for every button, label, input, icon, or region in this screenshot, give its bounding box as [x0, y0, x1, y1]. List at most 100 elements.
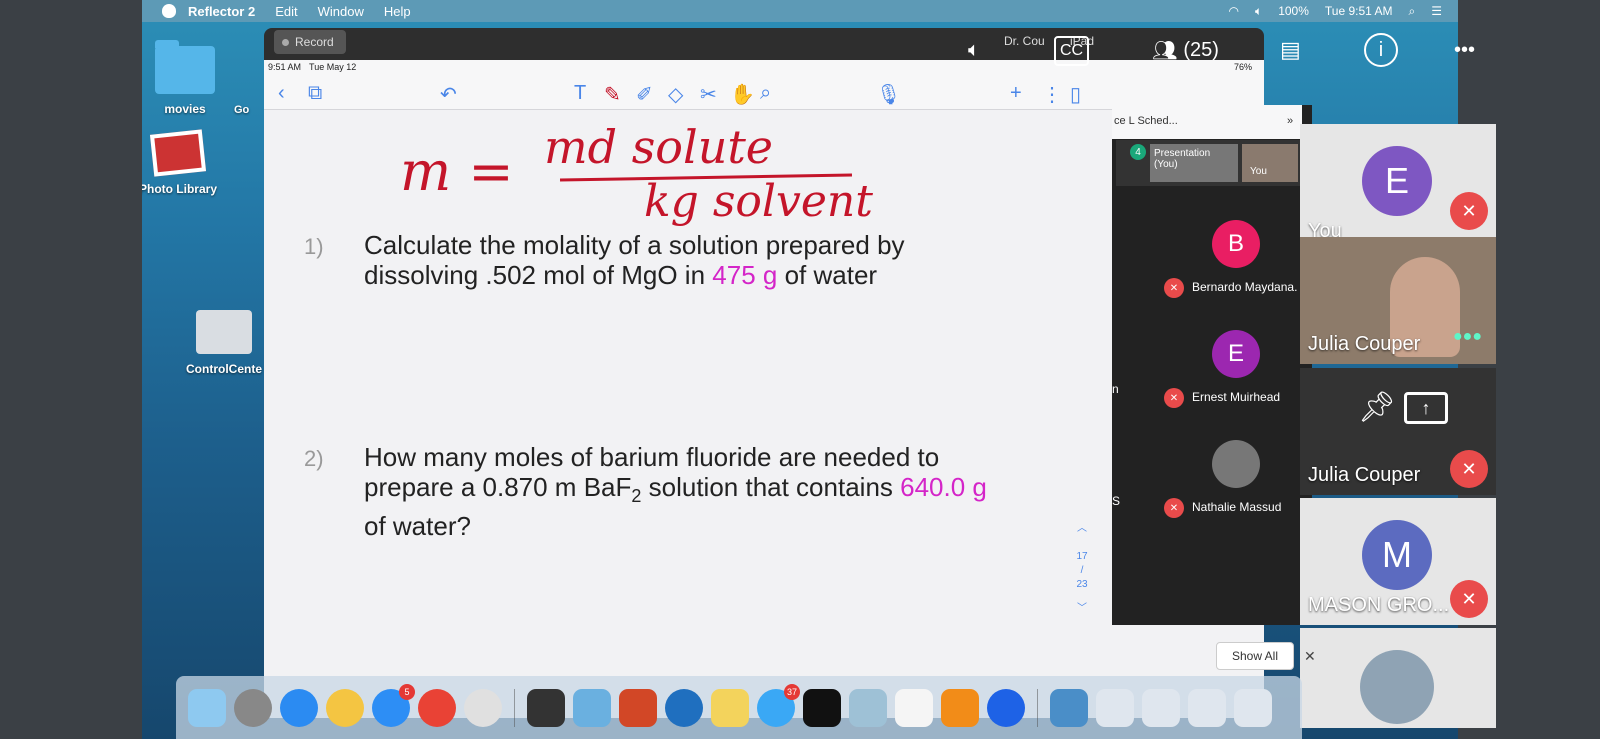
downloads-folder-icon[interactable]: [1050, 688, 1088, 727]
microphone-icon[interactable]: 🎙︎: [876, 82, 901, 107]
chrome-icon[interactable]: [418, 688, 456, 727]
page-view-icon[interactable]: ▯: [1070, 82, 1081, 107]
menu-clock[interactable]: Tue 9:51 AM: [1325, 4, 1393, 18]
muted-video-icon[interactable]: ✕: [1450, 450, 1488, 488]
record-button[interactable]: Record: [274, 30, 346, 54]
add-icon[interactable]: +: [1010, 82, 1022, 105]
tile-more-icon[interactable]: ●●●: [1453, 328, 1482, 346]
photo-icon: [149, 129, 207, 177]
back-chevron-icon[interactable]: ‹: [278, 82, 285, 105]
dock-separator: [1037, 688, 1038, 727]
app-store-icon[interactable]: 5: [372, 683, 415, 727]
participants-icon: 👥︎: [1152, 39, 1178, 62]
share-screen-icon[interactable]: ↑: [1404, 392, 1448, 424]
window-thumb-icon[interactable]: [1142, 688, 1180, 727]
pages-icon[interactable]: ⧉: [308, 82, 322, 105]
preview-icon[interactable]: [849, 688, 887, 727]
video-tile-mason[interactable]: M MASON GRO... ✕: [1300, 498, 1496, 625]
muted-mic-icon: ✕: [1164, 278, 1184, 298]
terminal-icon[interactable]: [803, 688, 841, 727]
safari-icon[interactable]: [280, 688, 318, 727]
menu-app-name[interactable]: Reflector 2: [188, 4, 255, 19]
chevron-up-icon[interactable]: ︿: [1072, 522, 1092, 536]
participants-button[interactable]: 👥︎ (25): [1152, 28, 1219, 72]
blocked-app-icon[interactable]: [464, 688, 502, 727]
textedit-icon[interactable]: [895, 688, 933, 727]
zoom-tool-icon[interactable]: ⌕: [760, 82, 771, 105]
vlc-icon[interactable]: [941, 688, 979, 727]
tile-name: Julia Couper: [1308, 333, 1421, 355]
window-thumb-icon[interactable]: [1188, 688, 1226, 727]
question-line: Calculate the molality of a solution pre…: [364, 230, 905, 260]
dropbox-icon[interactable]: [987, 688, 1025, 727]
text-tool-icon[interactable]: T: [574, 82, 586, 105]
participant-row[interactable]: E ✕ Ernest Muirhead: [1150, 330, 1300, 410]
record-label: Record: [295, 35, 334, 49]
quicktime-icon[interactable]: [665, 688, 703, 727]
muted-mic-icon[interactable]: ✕: [1450, 192, 1488, 230]
tile-avatar: M: [1362, 520, 1432, 590]
menu-help[interactable]: Help: [384, 4, 411, 19]
spotlight-icon[interactable]: ⌕: [1409, 4, 1416, 19]
desktop-icon-movies[interactable]: movies: [146, 40, 224, 116]
eraser-icon[interactable]: ◇: [668, 82, 683, 107]
menu-bar: Reflector 2 Edit Window Help ◠ 🔈︎ 100% T…: [142, 0, 1458, 22]
volume-icon[interactable]: 🔈︎: [1255, 4, 1262, 19]
pin-icon[interactable]: 📌︎: [1358, 390, 1396, 425]
hand-icon[interactable]: ✋: [730, 82, 755, 107]
desktop-icon-photo-library[interactable]: Photo Library: [142, 129, 218, 196]
video-tile-partial[interactable]: [1300, 628, 1496, 728]
menu-edit[interactable]: Edit: [275, 4, 297, 19]
video-tile-julia[interactable]: Julia Couper ●●●: [1300, 237, 1496, 364]
more-icon[interactable]: ⋮: [1042, 82, 1062, 107]
participant-row[interactable]: ✕ Nathalie Massud: [1150, 440, 1300, 520]
audio-icon[interactable]: 🔈︎: [968, 28, 980, 72]
more-options-icon[interactable]: •••: [1454, 28, 1475, 72]
strip-more-icon[interactable]: »: [1287, 115, 1293, 127]
participant-count: (25): [1183, 38, 1219, 61]
photo-booth-icon[interactable]: [527, 688, 565, 727]
powerpoint-icon[interactable]: [619, 688, 657, 727]
desktop-icon-label: ControlCente: [186, 362, 262, 376]
window-thumb-icon[interactable]: [1096, 688, 1134, 727]
system-preferences-icon[interactable]: [234, 688, 272, 727]
info-icon[interactable]: i: [1364, 33, 1398, 67]
chat-badge: 4: [1130, 144, 1146, 160]
muted-mic-icon[interactable]: ✕: [1450, 580, 1488, 618]
pen-tool-icon[interactable]: ✎: [604, 82, 621, 107]
chevron-down-icon[interactable]: ﹀: [1072, 602, 1092, 616]
dock-separator: [514, 688, 515, 727]
undo-icon[interactable]: ↶: [440, 82, 457, 107]
partial-left-char: S: [1112, 494, 1121, 508]
notes-icon[interactable]: [711, 688, 749, 727]
photos-icon[interactable]: [326, 688, 364, 727]
show-all-button[interactable]: Show All: [1216, 642, 1294, 670]
network-icon: [196, 310, 252, 354]
desktop-icon-control-center[interactable]: ControlCente: [184, 310, 264, 376]
finder-icon[interactable]: [188, 688, 226, 727]
closed-caption-icon[interactable]: CC: [1054, 36, 1090, 66]
tile-name: MASON GRO...: [1308, 594, 1450, 616]
menu-window[interactable]: Window: [318, 4, 364, 19]
highlighter-icon[interactable]: ✐: [636, 82, 653, 107]
desktop-partial-label: Go: [234, 104, 250, 116]
control-menu-icon[interactable]: ☰: [1431, 4, 1442, 18]
close-icon[interactable]: ✕: [1304, 648, 1316, 665]
device-title: Dr. Cou: [1004, 34, 1045, 48]
you-thumb[interactable]: You: [1242, 144, 1298, 182]
video-tile-julia-share[interactable]: 📌︎ ↑ Julia Couper ✕: [1300, 368, 1496, 495]
participant-avatar: B: [1212, 220, 1260, 268]
messages-icon[interactable]: 37: [757, 683, 800, 727]
window-thumb-icon[interactable]: [1234, 688, 1272, 727]
participant-row[interactable]: B ✕ Bernardo Maydana.: [1150, 220, 1300, 300]
video-tile-you[interactable]: E You ✕: [1300, 124, 1496, 251]
presentation-thumb[interactable]: Presentation (You): [1150, 144, 1238, 182]
battery-percent[interactable]: 100%: [1278, 4, 1309, 18]
scissors-icon[interactable]: ✂: [700, 82, 717, 107]
apple-icon[interactable]: [162, 4, 176, 18]
chat-icon[interactable]: ▤: [1280, 28, 1301, 72]
wifi-icon[interactable]: ◠: [1229, 4, 1239, 18]
keynote-icon[interactable]: [573, 688, 611, 727]
question-text: prepare a 0.870 m BaF: [364, 472, 632, 502]
page-indicator[interactable]: ︿ 17 / 23 ﹀: [1072, 522, 1092, 616]
